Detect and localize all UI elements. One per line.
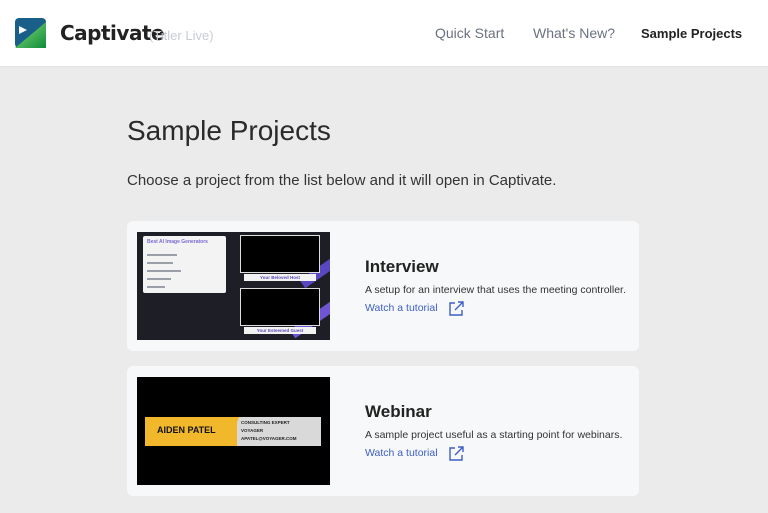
watch-tutorial-link[interactable]: Watch a tutorial	[365, 447, 438, 459]
project-card-webinar[interactable]: AIDEN PATEL CONSULTING EXPERT VOYAGER AP…	[127, 366, 639, 496]
thumb-line	[147, 286, 165, 288]
thumb-info-line: APATEL@VOYAGER.COM	[241, 436, 297, 441]
thumb-info-line: CONSULTING EXPERT	[241, 420, 290, 425]
thumb-panel-title: Best AI Image Generators	[147, 239, 208, 245]
captivate-logo-icon	[15, 18, 46, 48]
project-description: A setup for an interview that uses the m…	[365, 284, 626, 296]
thumb-line	[147, 270, 181, 272]
app-subtitle: (Titler Live)	[149, 28, 214, 43]
thumb-caption-host: Your Beloved Host	[244, 274, 316, 281]
nav-sample-projects[interactable]: Sample Projects	[641, 26, 742, 41]
project-description: A sample project useful as a starting po…	[365, 429, 623, 441]
thumb-caption-guest: Your Esteemed Guest	[244, 327, 316, 334]
thumb-line	[147, 254, 177, 256]
nav-whats-new[interactable]: What's New?	[533, 25, 615, 41]
interview-thumbnail: Best AI Image Generators Your Beloved Ho…	[137, 232, 330, 340]
thumb-line	[147, 278, 171, 280]
thumb-panel: Best AI Image Generators	[143, 236, 226, 293]
page-title: Sample Projects	[127, 115, 331, 146]
project-title: Webinar	[365, 402, 432, 421]
page-intro: Choose a project from the list below and…	[127, 172, 557, 189]
external-link-icon[interactable]	[447, 445, 465, 463]
project-card-interview[interactable]: Best AI Image Generators Your Beloved Ho…	[127, 221, 639, 351]
project-title: Interview	[365, 257, 439, 276]
thumb-name: AIDEN PATEL	[157, 425, 216, 435]
thumb-info-line: VOYAGER	[241, 428, 264, 433]
thumb-video-guest	[240, 288, 320, 326]
thumb-video-host	[240, 235, 320, 273]
external-link-icon[interactable]	[447, 300, 465, 318]
watch-tutorial-link[interactable]: Watch a tutorial	[365, 302, 438, 314]
thumb-name-bar-edge	[229, 417, 239, 446]
top-bar: Captivate (Titler Live) Quick Start What…	[0, 0, 768, 67]
thumb-line	[147, 262, 173, 264]
webinar-thumbnail: AIDEN PATEL CONSULTING EXPERT VOYAGER AP…	[137, 377, 330, 485]
nav-quick-start[interactable]: Quick Start	[435, 25, 504, 41]
